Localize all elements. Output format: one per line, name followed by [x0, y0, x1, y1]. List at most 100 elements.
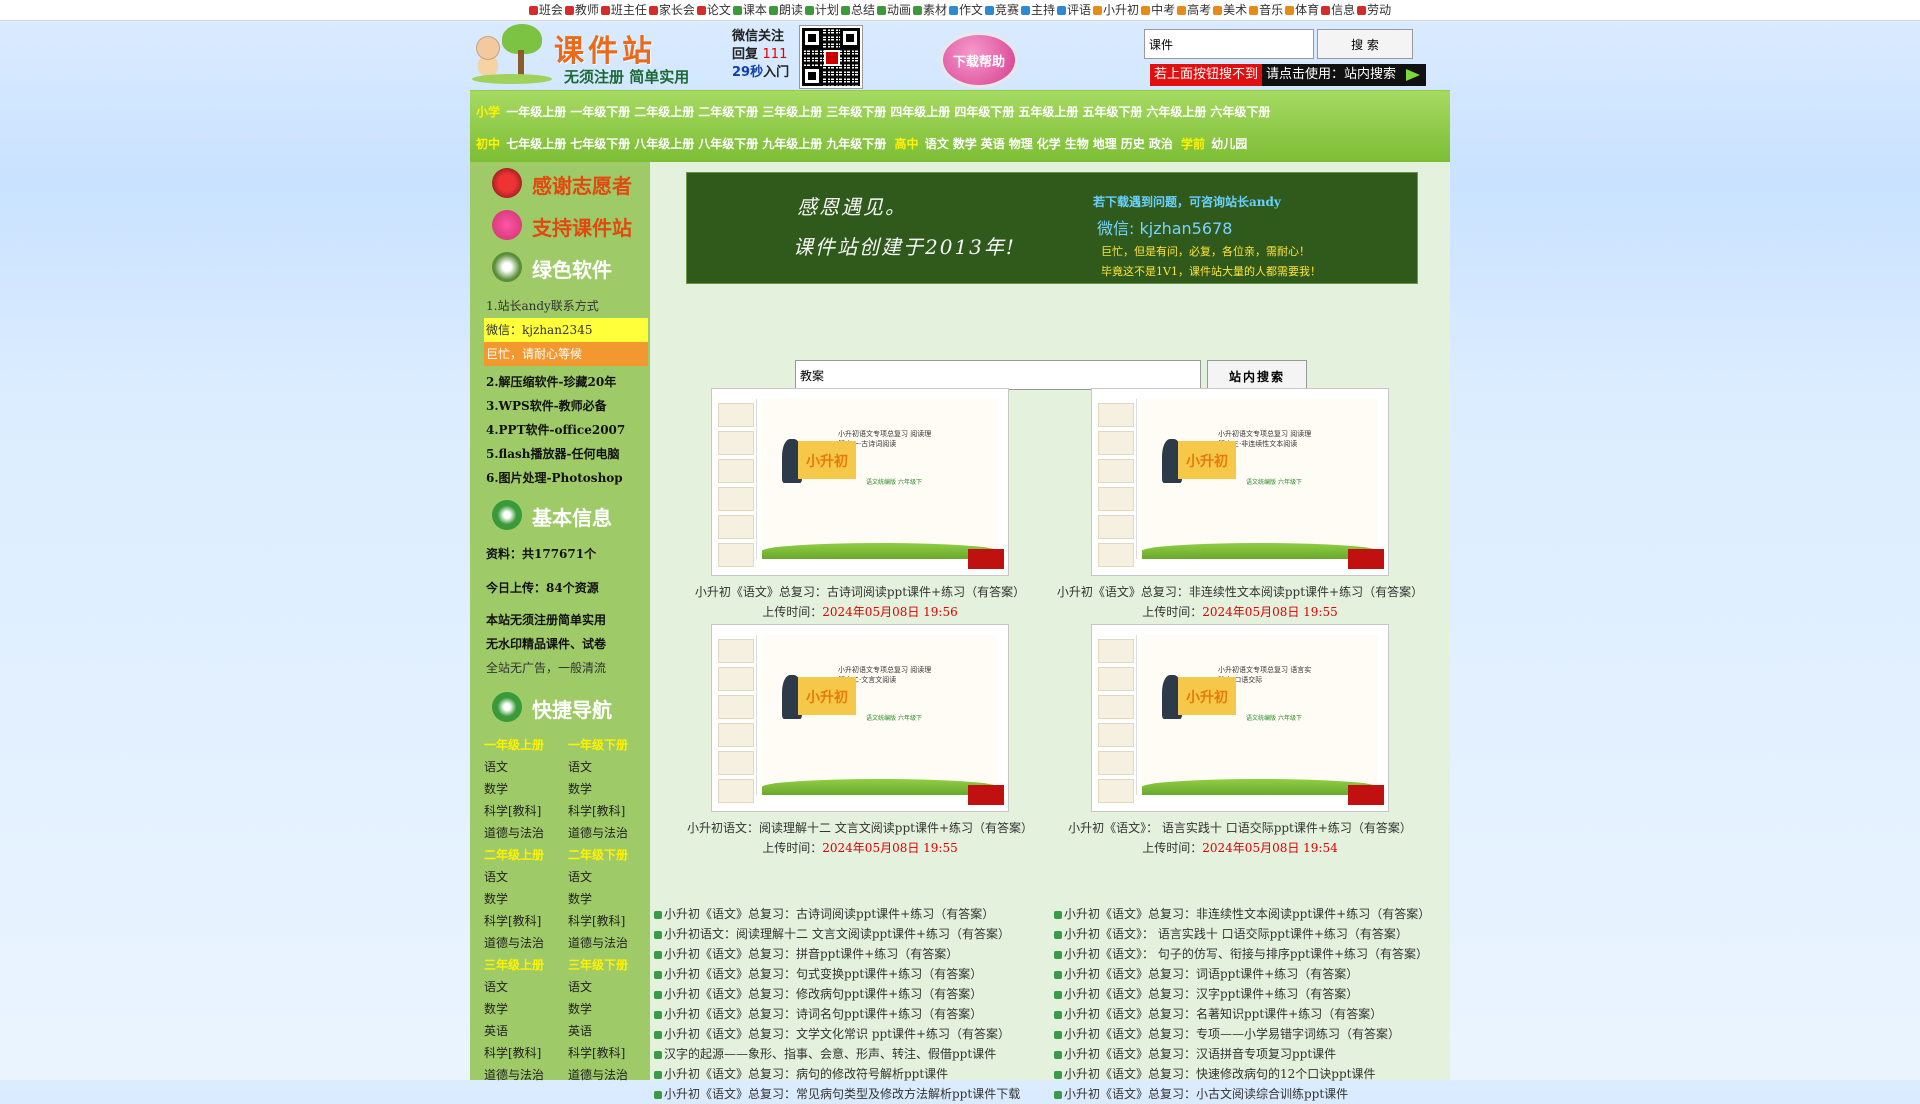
grade-link[interactable]: 地理 — [1093, 137, 1117, 151]
quick-nav-subject[interactable]: 科学[教科] — [568, 910, 652, 932]
resource-list-item[interactable]: 小升初《语文》总复习：修改病句ppt课件+练习（有答案） — [654, 984, 1054, 1004]
quick-nav-subject[interactable]: 英语 — [568, 1020, 652, 1042]
quick-nav-subject[interactable]: 语文 — [484, 756, 568, 778]
resource-list-item[interactable]: 小升初《语文》总复习：古诗词阅读ppt课件+练习（有答案） — [654, 904, 1054, 924]
grade-link[interactable]: 三年级下册 — [826, 105, 886, 119]
top-nav-link[interactable]: 班会 — [528, 3, 563, 17]
quick-nav-subject[interactable]: 数学 — [568, 888, 652, 910]
download-help-button[interactable]: 下载帮助 — [940, 32, 1018, 88]
quick-nav-subject[interactable]: 语文 — [568, 756, 652, 778]
quick-nav-subject[interactable]: 语文 — [568, 866, 652, 888]
grade-link[interactable]: 语文 — [925, 137, 949, 151]
top-nav-link[interactable]: 音乐 — [1249, 3, 1283, 17]
quick-nav-subject[interactable]: 道德与法治 — [484, 822, 568, 844]
support-site-header[interactable]: 支持课件站 — [470, 204, 650, 246]
quick-nav-subject[interactable]: 数学 — [568, 778, 652, 800]
software-link[interactable]: 3.WPS软件-教师必备 — [470, 394, 650, 418]
quick-nav-subject[interactable]: 语文 — [484, 976, 568, 998]
grade-link[interactable]: 二年级下册 — [698, 105, 758, 119]
top-nav-link[interactable]: 作文 — [948, 3, 983, 17]
quick-nav-subject[interactable]: 数学 — [484, 778, 568, 800]
quick-nav-subject[interactable]: 道德与法治 — [568, 822, 652, 844]
grade-link[interactable]: 七年级上册 — [506, 137, 566, 151]
quick-nav-subject[interactable]: 道德与法治 — [568, 932, 652, 954]
grade-link[interactable]: 五年级下册 — [1082, 105, 1142, 119]
quick-nav-subject[interactable]: 语文 — [568, 976, 652, 998]
top-nav-link[interactable]: 美术 — [1213, 3, 1247, 17]
resource-thumbnail[interactable]: 小升初语文专项总复习 语言实践十·口语交际 小升初 语文统编版 六年级下 — [1091, 624, 1389, 812]
quick-nav-grade[interactable]: 二年级下册 — [568, 844, 652, 866]
grade-link[interactable]: 数学 — [953, 137, 977, 151]
grade-link[interactable]: 英语 — [981, 137, 1005, 151]
quick-nav-subject[interactable]: 科学[教科] — [568, 1042, 652, 1064]
top-nav-link[interactable]: 劳动 — [1357, 3, 1391, 17]
software-link[interactable]: 5.flash播放器-任何电脑 — [470, 442, 650, 466]
quick-nav-subject[interactable]: 语文 — [484, 866, 568, 888]
resource-caption[interactable]: 小升初语文：阅读理解十二 文言文阅读ppt课件+练习（有答案） — [670, 818, 1050, 838]
quick-nav-subject[interactable]: 科学[教科] — [568, 800, 652, 822]
top-nav-link[interactable]: 信息 — [1321, 3, 1355, 17]
site-search-hint[interactable]: 若上面按钮搜不到 请点击使用：站内搜索 — [1150, 64, 1427, 86]
resource-caption[interactable]: 小升初《语文》总复习：古诗词阅读ppt课件+练习（有答案） — [670, 582, 1050, 602]
top-nav-link[interactable]: 高考 — [1177, 3, 1211, 17]
resource-thumbnail[interactable]: 小升初语文专项总复习 阅读理解十二·文言文阅读 小升初 语文统编版 六年级下 — [711, 624, 1009, 812]
top-nav-link[interactable]: 主持 — [1021, 3, 1055, 17]
software-link[interactable]: 2.解压缩软件-珍藏20年 — [470, 370, 650, 394]
grade-link[interactable]: 五年级上册 — [1018, 105, 1078, 119]
grade-link[interactable]: 八年级上册 — [634, 137, 694, 151]
resource-list-item[interactable]: 小升初《语文》总复习：汉语拼音专项复习ppt课件 — [1054, 1044, 1454, 1064]
top-nav-link[interactable]: 班主任 — [600, 3, 647, 17]
top-nav-link[interactable]: 动画 — [876, 3, 911, 17]
grade-link[interactable]: 幼儿园 — [1211, 137, 1247, 151]
resource-list-item[interactable]: 汉字的起源——象形、指事、会意、形声、转注、假借ppt课件 — [654, 1044, 1054, 1064]
resource-card[interactable]: 小升初语文专项总复习 阅读理解十二·文言文阅读 小升初 语文统编版 六年级下小升初语… — [670, 624, 1050, 858]
resource-list-item[interactable]: 小升初《语文》总复习：名著知识ppt课件+练习（有答案） — [1054, 1004, 1454, 1024]
grade-link[interactable]: 六年级下册 — [1210, 105, 1270, 119]
top-nav-link[interactable]: 论文 — [696, 3, 731, 17]
quick-nav-subject[interactable]: 数学 — [484, 888, 568, 910]
quick-nav-grade[interactable]: 三年级上册 — [484, 954, 568, 976]
site-search-input[interactable] — [795, 360, 1201, 390]
resource-card[interactable]: 小升初语文专项总复习 语言实践十·口语交际 小升初 语文统编版 六年级下小升初《语文… — [1050, 624, 1430, 858]
grade-link[interactable]: 历史 — [1121, 137, 1145, 151]
quick-nav-grade[interactable]: 三年级下册 — [568, 954, 652, 976]
grade-link[interactable]: 一年级下册 — [570, 105, 630, 119]
header-search-input[interactable] — [1144, 29, 1314, 59]
grade-link[interactable]: 二年级上册 — [634, 105, 694, 119]
quick-nav-subject[interactable]: 道德与法治 — [484, 932, 568, 954]
grade-link[interactable]: 七年级下册 — [570, 137, 630, 151]
grade-link[interactable]: 八年级下册 — [698, 137, 758, 151]
software-link[interactable]: 4.PPT软件-office2007 — [470, 418, 650, 442]
quick-nav-subject[interactable]: 英语 — [484, 1020, 568, 1042]
thanks-volunteers-header[interactable]: 感谢志愿者 — [470, 162, 650, 204]
top-nav-link[interactable]: 竞赛 — [985, 3, 1019, 17]
grade-link[interactable]: 四年级上册 — [890, 105, 950, 119]
top-nav-link[interactable]: 朗读 — [768, 3, 803, 17]
software-link[interactable]: 6.图片处理-Photoshop — [470, 466, 650, 490]
resource-list-item[interactable]: 小升初《语文》总复习：文学文化常识 ppt课件+练习（有答案） — [654, 1024, 1054, 1044]
resource-caption[interactable]: 小升初《语文》： 语言实践十 口语交际ppt课件+练习（有答案） — [1050, 818, 1430, 838]
quick-nav-grade[interactable]: 二年级上册 — [484, 844, 568, 866]
grade-link[interactable]: 三年级上册 — [762, 105, 822, 119]
quick-nav-grade[interactable]: 一年级上册 — [484, 734, 568, 756]
resource-caption[interactable]: 小升初《语文》总复习：非连续性文本阅读ppt课件+练习（有答案） — [1050, 582, 1430, 602]
top-nav-link[interactable]: 素材 — [912, 3, 947, 17]
resource-list-item[interactable]: 小升初《语文》总复习：非连续性文本阅读ppt课件+练习（有答案） — [1054, 904, 1454, 924]
resource-list-item[interactable]: 小升初《语文》总复习：病句的修改符号解析ppt课件 — [654, 1064, 1054, 1084]
grade-link[interactable]: 生物 — [1065, 137, 1089, 151]
grade-link[interactable]: 政治 — [1149, 137, 1173, 151]
resource-list-item[interactable]: 小升初《语文》： 语言实践十 口语交际ppt课件+练习（有答案） — [1054, 924, 1454, 944]
quick-nav-subject[interactable]: 道德与法治 — [484, 1064, 568, 1086]
resource-list-item[interactable]: 小升初《语文》： 句子的仿写、衔接与排序ppt课件+练习（有答案） — [1054, 944, 1454, 964]
resource-list-item[interactable]: 小升初《语文》总复习：快速修改病句的12个口诀ppt课件 — [1054, 1064, 1454, 1084]
resource-list-item[interactable]: 小升初《语文》总复习：词语ppt课件+练习（有答案） — [1054, 964, 1454, 984]
resource-list-item[interactable]: 小升初语文：阅读理解十二 文言文阅读ppt课件+练习（有答案） — [654, 924, 1054, 944]
resource-list-item[interactable]: 小升初《语文》总复习：汉字ppt课件+练习（有答案） — [1054, 984, 1454, 1004]
grade-link[interactable]: 九年级下册 — [826, 137, 886, 151]
top-nav-link[interactable]: 小升初 — [1093, 3, 1139, 17]
resource-card[interactable]: 小升初语文专项总复习 阅读理解十三·非连续性文本阅读 小升初 语文统编版 六年级下小… — [1050, 388, 1430, 622]
resource-list-item[interactable]: 小升初《语文》总复习：小古文阅读综合训练ppt课件 — [1054, 1084, 1454, 1104]
contact-line[interactable]: 1.站长andy联系方式 — [470, 294, 650, 318]
quick-nav-subject[interactable]: 科学[教科] — [484, 1042, 568, 1064]
grade-link[interactable]: 六年级上册 — [1146, 105, 1206, 119]
